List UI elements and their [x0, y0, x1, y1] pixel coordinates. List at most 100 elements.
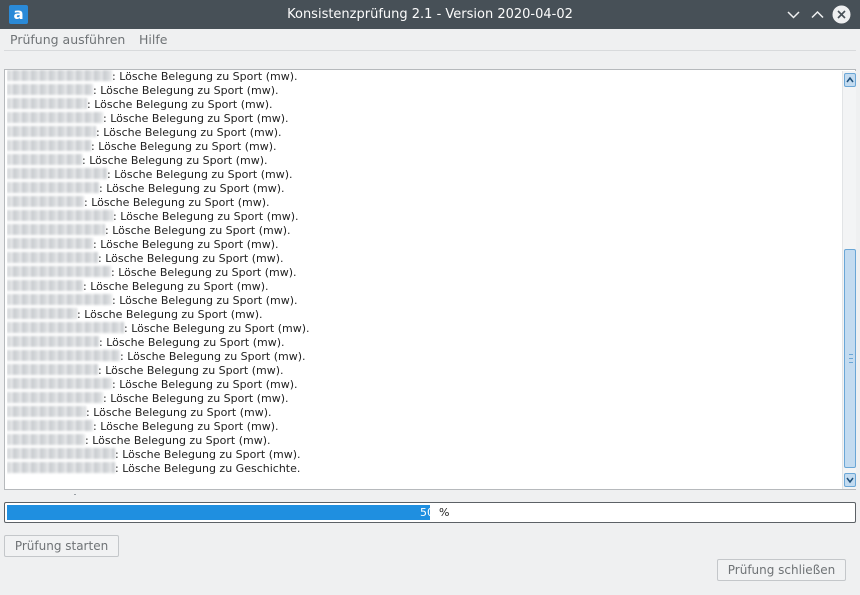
menu-run-check[interactable]: Prüfung ausführen [10, 31, 125, 49]
log-message: : Lösche Belegung zu Sport (mw). [87, 98, 273, 111]
maximize-button[interactable] [808, 5, 827, 24]
log-message: : Lösche Belegung zu Sport (mw). [82, 154, 268, 167]
log-message: : Lösche Belegung zu Sport (mw). [115, 448, 301, 461]
log-line: : Lösche Belegung zu Sport (mw). [7, 70, 837, 84]
grip-icon [849, 354, 853, 363]
redacted-name [7, 350, 120, 361]
redacted-name [7, 154, 82, 165]
progress-fill [7, 505, 430, 520]
log-message: : Lösche Belegung zu Sport (mw). [93, 420, 279, 433]
redacted-name [7, 434, 85, 445]
log-message: : Lösche Belegung zu Sport (mw). [107, 168, 293, 181]
log-message: : Lösche Belegung zu Sport (mw). [111, 266, 297, 279]
log-line: : Lösche Belegung zu Sport (mw). [7, 154, 837, 168]
redacted-name [7, 322, 124, 333]
log-message: : Lösche Belegung zu Sport (mw). [93, 84, 279, 97]
redacted-name [7, 238, 93, 249]
redacted-name [7, 420, 93, 431]
minimize-button[interactable] [784, 5, 803, 24]
log-line: : Lösche Belegung zu Sport (mw). [7, 182, 837, 196]
log-message: : Lösche Belegung zu Sport (mw). [93, 238, 279, 251]
redacted-name [7, 70, 112, 81]
window-title: Konsistenzprüfung 2.1 - Version 2020-04-… [287, 7, 573, 22]
log-line: : Lösche Belegung zu Sport (mw). [7, 378, 837, 392]
log-message: : Lösche Belegung zu Sport (mw). [99, 182, 285, 195]
redacted-name [7, 392, 103, 403]
redacted-name [7, 140, 91, 151]
log-line: : Lösche Belegung zu Sport (mw). [7, 126, 837, 140]
log-line: : Lösche Belegung zu Sport (mw). [7, 434, 837, 448]
arrow-up-icon [846, 76, 854, 83]
redacted-name [7, 336, 99, 347]
log-message: : Lösche Belegung zu Sport (mw). [124, 322, 310, 335]
log-line: : Lösche Belegung zu Sport (mw). [7, 364, 837, 378]
minimize-icon [787, 11, 800, 19]
redacted-name [7, 98, 87, 109]
redacted-name [7, 196, 84, 207]
log-output[interactable]: : Lösche Belegung zu Sport (mw).: Lösche… [4, 69, 856, 490]
log-line: : Lösche Belegung zu Sport (mw). [7, 98, 837, 112]
status-dot [74, 494, 76, 495]
log-line: : Lösche Belegung zu Sport (mw). [7, 168, 837, 182]
close-icon [832, 5, 851, 24]
log-message: : Lösche Belegung zu Sport (mw). [96, 126, 282, 139]
redacted-name [7, 168, 107, 179]
log-line: : Lösche Belegung zu Sport (mw). [7, 266, 837, 280]
progress-value: 50 [420, 506, 434, 519]
log-message: : Lösche Belegung zu Geschichte. [115, 462, 301, 475]
log-message: : Lösche Belegung zu Sport (mw). [103, 112, 289, 125]
redacted-name [7, 308, 77, 319]
log-message: : Lösche Belegung zu Sport (mw). [112, 294, 298, 307]
log-message: : Lösche Belegung zu Sport (mw). [112, 378, 298, 391]
menu-separator [4, 50, 856, 51]
log-message: : Lösche Belegung zu Sport (mw). [86, 406, 272, 419]
log-line: : Lösche Belegung zu Sport (mw). [7, 238, 837, 252]
log-message: : Lösche Belegung zu Sport (mw). [120, 350, 306, 363]
log-line: : Lösche Belegung zu Sport (mw). [7, 420, 837, 434]
log-line: : Lösche Belegung zu Sport (mw). [7, 224, 837, 238]
redacted-name [7, 266, 111, 277]
log-line: : Lösche Belegung zu Sport (mw). [7, 322, 837, 336]
close-check-button[interactable]: Prüfung schließen [717, 559, 846, 581]
log-message: : Lösche Belegung zu Sport (mw). [77, 308, 263, 321]
log-message: : Lösche Belegung zu Sport (mw). [99, 336, 285, 349]
menu-help[interactable]: Hilfe [139, 31, 167, 49]
redacted-name [7, 210, 113, 221]
scroll-up-button[interactable] [844, 73, 856, 87]
redacted-name [7, 294, 112, 305]
log-line: : Lösche Belegung zu Sport (mw). [7, 308, 837, 322]
redacted-name [7, 378, 112, 389]
log-message: : Lösche Belegung zu Sport (mw). [85, 434, 271, 447]
log-line: : Lösche Belegung zu Sport (mw). [7, 252, 837, 266]
redacted-name [7, 280, 83, 291]
maximize-icon [811, 10, 824, 19]
log-message: : Lösche Belegung zu Sport (mw). [103, 392, 289, 405]
scroll-thumb[interactable] [844, 249, 856, 468]
title-bar: a Konsistenzprüfung 2.1 - Version 2020-0… [0, 0, 860, 29]
log-message: : Lösche Belegung zu Sport (mw). [113, 210, 299, 223]
log-line: : Lösche Belegung zu Sport (mw). [7, 112, 837, 126]
log-message: : Lösche Belegung zu Sport (mw). [105, 224, 291, 237]
log-line: : Lösche Belegung zu Sport (mw). [7, 294, 837, 308]
close-button[interactable] [832, 5, 851, 24]
redacted-name [7, 252, 98, 263]
log-line: : Lösche Belegung zu Sport (mw). [7, 196, 837, 210]
start-check-button[interactable]: Prüfung starten [4, 535, 119, 557]
redacted-name [7, 364, 98, 375]
redacted-name [7, 126, 96, 137]
redacted-name [7, 224, 105, 235]
redacted-name [7, 112, 103, 123]
log-message: : Lösche Belegung zu Sport (mw). [84, 196, 270, 209]
log-line: : Lösche Belegung zu Geschichte. [7, 462, 837, 476]
redacted-name [7, 182, 99, 193]
log-line: : Lösche Belegung zu Sport (mw). [7, 392, 837, 406]
redacted-name [7, 406, 86, 417]
progress-unit: % [439, 506, 450, 519]
log-message: : Lösche Belegung zu Sport (mw). [91, 140, 277, 153]
scroll-down-button[interactable] [844, 473, 856, 487]
vertical-scrollbar[interactable] [842, 71, 856, 489]
progress-bar: 50 % [4, 502, 856, 523]
redacted-name [7, 462, 115, 473]
log-line: : Lösche Belegung zu Sport (mw). [7, 336, 837, 350]
log-message: : Lösche Belegung zu Sport (mw). [98, 364, 284, 377]
